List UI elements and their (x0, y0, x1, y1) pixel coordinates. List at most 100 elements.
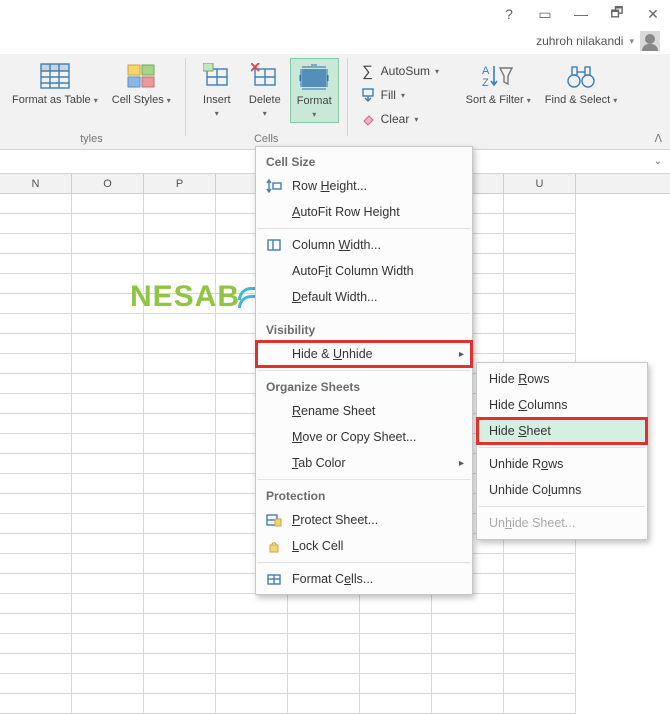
grid-cell[interactable] (0, 574, 72, 594)
grid-cell[interactable] (144, 634, 216, 654)
submenu-unhide-rows[interactable]: Unhide Rows (477, 451, 647, 477)
grid-cell[interactable] (0, 694, 72, 714)
grid-cell[interactable] (0, 234, 72, 254)
grid-cell[interactable] (144, 234, 216, 254)
grid-cell[interactable] (288, 674, 360, 694)
grid-cell[interactable] (72, 494, 144, 514)
grid-cell[interactable] (504, 634, 576, 654)
grid-cell[interactable] (432, 614, 504, 634)
grid-cell[interactable] (0, 374, 72, 394)
grid-cell[interactable] (144, 254, 216, 274)
grid-cell[interactable] (360, 594, 432, 614)
grid-cell[interactable] (144, 354, 216, 374)
grid-cell[interactable] (216, 674, 288, 694)
grid-cell[interactable] (144, 394, 216, 414)
grid-cell[interactable] (144, 654, 216, 674)
grid-cell[interactable] (504, 234, 576, 254)
grid-cell[interactable] (144, 674, 216, 694)
grid-cell[interactable] (72, 274, 144, 294)
grid-cell[interactable] (504, 294, 576, 314)
grid-cell[interactable] (144, 434, 216, 454)
grid-cell[interactable] (72, 654, 144, 674)
grid-cell[interactable] (0, 354, 72, 374)
grid-cell[interactable] (0, 674, 72, 694)
grid-cell[interactable] (288, 634, 360, 654)
grid-cell[interactable] (144, 554, 216, 574)
find-select-button[interactable]: Find & Select ▾ (539, 58, 624, 109)
grid-cell[interactable] (0, 414, 72, 434)
grid-cell[interactable] (72, 434, 144, 454)
grid-cell[interactable] (216, 634, 288, 654)
grid-cell[interactable] (0, 294, 72, 314)
grid-cell[interactable] (72, 614, 144, 634)
grid-cell[interactable] (216, 614, 288, 634)
grid-cell[interactable] (504, 254, 576, 274)
grid-cell[interactable] (432, 674, 504, 694)
menu-autofit-column-width[interactable]: AutoFit Column Width (256, 258, 472, 284)
grid-cell[interactable] (72, 694, 144, 714)
grid-cell[interactable] (360, 654, 432, 674)
grid-cell[interactable] (72, 254, 144, 274)
cell-styles-button[interactable]: Cell Styles ▾ (106, 58, 177, 109)
grid-cell[interactable] (0, 334, 72, 354)
user-name[interactable]: zuhroh nilakandi (536, 34, 623, 48)
submenu-unhide-sheet[interactable]: Unhide Sheet... (477, 510, 647, 536)
grid-cell[interactable] (360, 614, 432, 634)
minimize-button[interactable]: — (572, 6, 590, 22)
grid-cell[interactable] (72, 674, 144, 694)
grid-cell[interactable] (72, 454, 144, 474)
menu-tab-color[interactable]: Tab Color ▸ (256, 450, 472, 476)
grid-cell[interactable] (0, 474, 72, 494)
grid-cell[interactable] (360, 634, 432, 654)
grid-cell[interactable] (216, 594, 288, 614)
submenu-hide-sheet[interactable]: Hide Sheet (477, 418, 647, 444)
grid-cell[interactable] (0, 594, 72, 614)
grid-cell[interactable] (144, 334, 216, 354)
grid-cell[interactable] (72, 514, 144, 534)
grid-cell[interactable] (144, 694, 216, 714)
grid-cell[interactable] (72, 294, 144, 314)
grid-cell[interactable] (504, 214, 576, 234)
grid-cell[interactable] (72, 574, 144, 594)
grid-cell[interactable] (432, 654, 504, 674)
grid-cell[interactable] (72, 394, 144, 414)
grid-cell[interactable] (504, 674, 576, 694)
grid-cell[interactable] (144, 374, 216, 394)
close-button[interactable]: ✕ (644, 6, 662, 23)
grid-cell[interactable] (144, 574, 216, 594)
grid-cell[interactable] (144, 274, 216, 294)
grid-cell[interactable] (288, 654, 360, 674)
restore-button[interactable]: 🗗 (608, 2, 626, 26)
grid-cell[interactable] (72, 214, 144, 234)
submenu-hide-columns[interactable]: Hide Columns (477, 392, 647, 418)
grid-cell[interactable] (144, 454, 216, 474)
submenu-unhide-columns[interactable]: Unhide Columns (477, 477, 647, 503)
menu-rename-sheet[interactable]: Rename Sheet (256, 398, 472, 424)
grid-cell[interactable] (72, 414, 144, 434)
grid-cell[interactable] (216, 654, 288, 674)
grid-cell[interactable] (504, 694, 576, 714)
help-button[interactable]: ? (500, 6, 518, 22)
menu-hide-unhide[interactable]: Hide & Unhide ▸ (256, 341, 472, 367)
grid-cell[interactable] (72, 334, 144, 354)
column-header[interactable]: P (144, 174, 216, 193)
grid-cell[interactable] (0, 534, 72, 554)
grid-cell[interactable] (504, 654, 576, 674)
collapse-ribbon-button[interactable]: ᐱ (654, 132, 662, 145)
format-as-table-button[interactable]: Format as Table ▾ (6, 58, 104, 109)
grid-cell[interactable] (144, 534, 216, 554)
clear-button[interactable]: Clear ▾ (356, 108, 452, 130)
grid-cell[interactable] (72, 374, 144, 394)
grid-cell[interactable] (0, 194, 72, 214)
grid-cell[interactable] (504, 554, 576, 574)
grid-cell[interactable] (72, 474, 144, 494)
sort-filter-button[interactable]: AZ Sort & Filter ▾ (460, 58, 537, 109)
insert-button[interactable]: Insert▾ (194, 58, 240, 121)
grid-cell[interactable] (144, 214, 216, 234)
grid-cell[interactable] (0, 434, 72, 454)
grid-cell[interactable] (288, 614, 360, 634)
grid-cell[interactable] (0, 314, 72, 334)
grid-cell[interactable] (288, 594, 360, 614)
grid-cell[interactable] (144, 414, 216, 434)
grid-cell[interactable] (72, 634, 144, 654)
